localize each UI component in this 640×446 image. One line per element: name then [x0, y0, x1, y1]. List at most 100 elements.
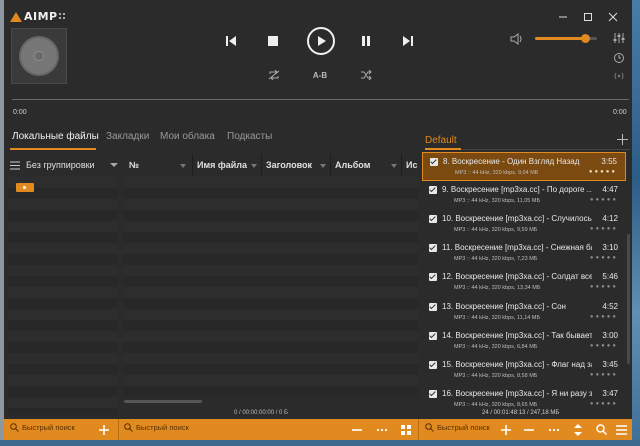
playlist-track-row[interactable]: 15. Воскресение [mp3xa.cc] - Флаг над за… [422, 356, 626, 385]
column-title[interactable]: Заголовок [266, 154, 312, 176]
track-checkbox[interactable] [429, 273, 437, 282]
track-title: 10. Воскресение [mp3xa.cc] - Случилось [442, 214, 592, 224]
track-checkbox[interactable] [430, 158, 438, 166]
add-playlist-button[interactable] [615, 132, 629, 146]
column-artist[interactable]: Ис [406, 154, 417, 176]
equalizer-button[interactable] [612, 31, 626, 45]
playlist-track-row[interactable]: 9. Воскресение [mp3xa.cc] - По дороге ..… [422, 181, 626, 210]
next-button[interactable] [399, 32, 417, 50]
ab-repeat-button[interactable]: A-B [309, 68, 331, 82]
column-filter-icon[interactable] [320, 164, 326, 168]
playlist-track-row[interactable]: 11. Воскресение [mp3xa.cc] - Снежная ба.… [422, 239, 626, 268]
group-selected-item[interactable] [16, 183, 34, 192]
playlist-more-button[interactable] [547, 419, 561, 440]
playlist-track-row[interactable]: 14. Воскресение [mp3xa.cc] - Так бывает 3… [422, 327, 626, 356]
library-search[interactable]: Быстрый поиск [124, 423, 189, 432]
play-button[interactable] [305, 25, 337, 57]
seek-bar[interactable] [12, 99, 629, 100]
column-separator[interactable] [330, 154, 331, 176]
track-rating[interactable]: ●●●●● [590, 372, 618, 378]
minimize-button[interactable] [552, 8, 574, 26]
album-cover[interactable] [11, 28, 67, 84]
track-info: MP3 :: 44 kHz, 320 kbps, 8,65 МБ [454, 401, 538, 408]
playlist-track-row[interactable]: 10. Воскресение [mp3xa.cc] - Случилось 4:… [422, 210, 626, 239]
column-album[interactable]: Альбом [335, 154, 370, 176]
radio-button[interactable] [612, 69, 626, 83]
track-checkbox[interactable] [429, 215, 437, 224]
shuffle-button[interactable] [358, 68, 374, 82]
prev-button[interactable] [222, 32, 240, 50]
playlist-sort-button[interactable] [571, 419, 585, 440]
search-icon [10, 423, 19, 432]
column-filter-icon[interactable] [251, 164, 257, 168]
tab-local-files[interactable]: Локальные файлы [12, 131, 99, 142]
app-logo[interactable]: AIMP [10, 10, 58, 23]
track-rating[interactable]: ●●●●● [590, 401, 618, 407]
playlist-track-row[interactable]: 12. Воскресение [mp3xa.cc] - Солдат всел… [422, 268, 626, 297]
track-rating[interactable]: ●●●●● [590, 226, 618, 232]
volume-knob[interactable] [580, 34, 590, 43]
track-rating[interactable]: ●●●●● [590, 197, 618, 203]
tab-podcasts[interactable]: Подкасты [227, 131, 272, 142]
column-separator[interactable] [261, 154, 262, 176]
tab-my-clouds[interactable]: Мои облака [160, 131, 215, 142]
track-checkbox[interactable] [429, 302, 437, 311]
group-list[interactable] [8, 177, 118, 415]
column-filter-icon[interactable] [391, 164, 397, 168]
library-view-button[interactable] [399, 419, 413, 440]
close-button[interactable] [602, 8, 624, 26]
playlist-add-button[interactable] [499, 419, 513, 440]
group-search[interactable]: Быстрый поиск [10, 423, 75, 432]
track-rating[interactable]: ●●●●● [589, 169, 617, 175]
column-separator[interactable] [192, 154, 193, 176]
drag-grip-icon[interactable] [59, 13, 67, 21]
track-checkbox[interactable] [429, 389, 437, 398]
column-separator[interactable] [401, 154, 402, 176]
column-filename[interactable]: Имя файла [197, 154, 247, 176]
maximize-button[interactable] [577, 8, 599, 26]
toolbar-separator [418, 419, 419, 440]
playlist-tab-default[interactable]: Default [425, 135, 457, 146]
track-checkbox[interactable] [429, 186, 437, 195]
track-checkbox[interactable] [429, 360, 437, 369]
track-rating[interactable]: ●●●●● [590, 314, 618, 320]
playlist-tab-underline [425, 148, 461, 150]
library-more-button[interactable] [375, 419, 389, 440]
playlist-search-placeholder: Быстрый поиск [437, 423, 490, 432]
track-checkbox[interactable] [429, 244, 437, 253]
track-info: MP3 :: 44 kHz, 320 kbps, 7,23 МБ [454, 256, 538, 263]
grouping-selector[interactable]: Без группировки [10, 154, 118, 176]
playlist-remove-button[interactable] [522, 419, 536, 440]
sleep-timer-button[interactable] [612, 51, 626, 65]
repeat-button[interactable] [266, 68, 282, 82]
playlist-track-row[interactable]: 13. Воскресение [mp3xa.cc] - Сон 4:52 MP3 … [422, 298, 626, 327]
track-duration: 4:47 [602, 185, 618, 195]
playlist-find-button[interactable] [594, 419, 608, 440]
more-icon [376, 428, 388, 431]
track-info: MP3 :: 44 kHz, 320 kbps, 11,14 МБ [454, 314, 541, 321]
track-rating[interactable]: ●●●●● [590, 284, 618, 290]
prev-icon [226, 36, 236, 46]
track-duration: 4:52 [602, 301, 618, 311]
volume-button[interactable] [509, 32, 525, 46]
file-list[interactable] [123, 177, 418, 397]
group-add-button[interactable] [97, 419, 111, 440]
stop-button[interactable] [264, 32, 282, 50]
track-title: 9. Воскресение [mp3xa.cc] - По дороге ..… [442, 185, 592, 195]
playlist-menu-button[interactable] [614, 419, 628, 440]
playlist-search[interactable]: Быстрый поиск [425, 423, 490, 432]
volume-slider[interactable] [535, 34, 597, 43]
column-number[interactable]: № [129, 154, 139, 176]
playlist-scrollbar[interactable] [627, 234, 630, 364]
track-rating[interactable]: ●●●●● [590, 255, 618, 261]
column-filter-icon[interactable] [180, 164, 186, 168]
pause-button[interactable] [357, 32, 375, 50]
track-checkbox[interactable] [429, 331, 437, 340]
horizontal-scrollbar[interactable] [124, 400, 202, 403]
track-title: 15. Воскресение [mp3xa.cc] - Флаг над за… [442, 359, 592, 369]
library-remove-button[interactable] [350, 419, 364, 440]
track-duration: 3:00 [602, 330, 618, 340]
tab-bookmarks[interactable]: Закладки [106, 131, 149, 142]
playlist-track-row[interactable]: 8. Воскресение - Один Взгляд Назад 3:55 MP… [422, 152, 626, 181]
track-rating[interactable]: ●●●●● [590, 343, 618, 349]
